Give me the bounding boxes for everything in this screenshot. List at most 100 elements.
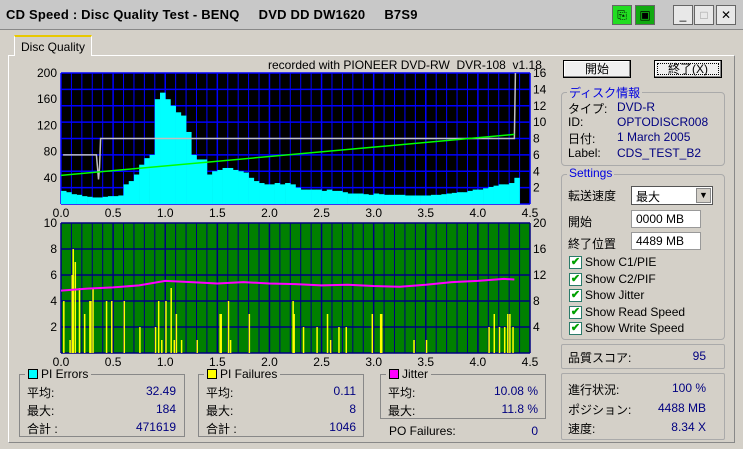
pie-bar bbox=[107, 196, 114, 204]
quality-score-label: 品質スコア: bbox=[568, 351, 632, 365]
pie-bar bbox=[102, 196, 109, 204]
pie-bar bbox=[191, 154, 197, 204]
pie-bar bbox=[87, 196, 93, 204]
speed-value: 最大 bbox=[636, 190, 661, 204]
y-tick-label: 160 bbox=[37, 92, 57, 106]
pie-bar bbox=[133, 174, 140, 204]
pie-bar bbox=[384, 194, 390, 204]
checkbox-3[interactable]: ✔ bbox=[569, 305, 582, 319]
minimize-button[interactable]: _ bbox=[673, 5, 693, 25]
pie-bar bbox=[342, 192, 348, 204]
pif-bar bbox=[345, 327, 348, 353]
quality-score-value: 95 bbox=[692, 349, 706, 363]
pif-bar bbox=[509, 314, 511, 353]
pif-bar bbox=[175, 314, 178, 353]
pie-bar bbox=[170, 105, 176, 204]
checkbox-label-2: Show Jitter bbox=[585, 288, 645, 302]
pie-bar bbox=[472, 189, 479, 204]
pie-bar bbox=[425, 195, 432, 204]
pie-bar bbox=[128, 181, 135, 204]
pie-bar bbox=[300, 189, 307, 204]
pie-bar bbox=[274, 183, 281, 204]
pif-bar bbox=[69, 340, 71, 353]
pie-bar bbox=[399, 194, 406, 204]
y2-tick-label: 4 bbox=[533, 164, 540, 178]
pie-bar bbox=[352, 193, 359, 204]
checkbox-label-4: Show Write Speed bbox=[585, 321, 685, 335]
jitter-avg-label: 平均: bbox=[388, 386, 416, 400]
pif-bar bbox=[78, 288, 81, 353]
x-tick-label: 0.5 bbox=[105, 355, 122, 369]
pif-bar bbox=[493, 314, 496, 353]
pie-bar bbox=[238, 171, 244, 204]
y2-tick-label: 4 bbox=[533, 320, 540, 334]
checkbox-2[interactable]: ✔ bbox=[569, 289, 582, 302]
checkbox-0[interactable]: ✔ bbox=[569, 256, 582, 269]
x-tick-label: 0.5 bbox=[105, 206, 122, 220]
pif-bar bbox=[498, 327, 501, 353]
y-tick-label: 10 bbox=[44, 216, 58, 230]
pif-bar bbox=[83, 314, 86, 353]
end-pos-input[interactable]: 4489 MB bbox=[631, 232, 701, 250]
y2-tick-label: 8 bbox=[533, 132, 540, 146]
pif-bar bbox=[507, 314, 509, 353]
speed-select[interactable]: 最大 ▼ bbox=[631, 186, 713, 205]
po-failures-label: PO Failures: bbox=[389, 424, 456, 438]
maximize-button[interactable]: □ bbox=[694, 5, 714, 25]
disc-label-label: Label: bbox=[568, 146, 601, 160]
pif-bar bbox=[488, 327, 490, 353]
jitter-title-text: Jitter bbox=[402, 367, 429, 381]
start-pos-input[interactable]: 0000 MB bbox=[631, 210, 701, 228]
end-pos-label: 終了位置 bbox=[568, 237, 617, 251]
pif-bar bbox=[293, 314, 295, 353]
y2-tick-label: 10 bbox=[533, 115, 547, 129]
pie-bar bbox=[378, 194, 385, 204]
pie-bar bbox=[415, 195, 421, 204]
pie-bar bbox=[373, 193, 380, 204]
y2-tick-label: 12 bbox=[533, 99, 547, 113]
y2-tick-label: 2 bbox=[533, 181, 540, 195]
x-tick-label: 1.5 bbox=[209, 206, 226, 220]
pi-errors-swatch bbox=[28, 369, 38, 379]
pif-bar bbox=[326, 314, 329, 353]
pif-bar bbox=[196, 340, 198, 353]
pif-bar bbox=[74, 262, 77, 353]
y-tick-label: 8 bbox=[50, 242, 57, 256]
save-icon[interactable]: ▣ bbox=[635, 5, 655, 25]
copy-icon[interactable]: ⎘ bbox=[612, 5, 632, 25]
pie-bar bbox=[305, 189, 312, 204]
charts: 0.0 0.5 1.0 1.5 2.0 2.5 3.0 3.5 4.0 4.54080120160… bbox=[37, 66, 547, 369]
x-tick-label: 4.0 bbox=[470, 206, 487, 220]
progress-value: 100 % bbox=[671, 381, 706, 395]
pie-bar bbox=[295, 187, 302, 204]
pie-bar bbox=[217, 169, 223, 204]
progress-label: 進行状況: bbox=[568, 383, 620, 397]
pi-failures-title: PI Failures bbox=[204, 367, 281, 381]
checkbox-4[interactable]: ✔ bbox=[569, 322, 582, 335]
x-tick-label: 4.5 bbox=[522, 355, 539, 369]
y-tick-label: 120 bbox=[37, 118, 57, 132]
exit-button[interactable]: 終了(X) bbox=[654, 60, 722, 78]
y2-tick-label: 12 bbox=[533, 268, 547, 282]
pif-bar bbox=[170, 288, 172, 353]
close-button[interactable]: ✕ bbox=[716, 5, 736, 25]
pif-bar bbox=[173, 340, 176, 353]
pif-bar bbox=[161, 340, 163, 353]
chevron-down-icon[interactable]: ▼ bbox=[696, 188, 711, 203]
pif-bar bbox=[413, 340, 415, 353]
date-label: 日付: bbox=[568, 132, 596, 146]
checkbox-1[interactable]: ✔ bbox=[569, 272, 582, 286]
y-tick-label: 2 bbox=[50, 320, 57, 334]
pie-bar bbox=[337, 190, 343, 204]
pif-bar bbox=[165, 301, 167, 353]
po-failures-value: 0 bbox=[531, 424, 538, 438]
pie-bar bbox=[76, 194, 83, 204]
pie-bar bbox=[363, 194, 369, 204]
start-pos-label: 開始 bbox=[568, 215, 593, 229]
start-button[interactable]: 開始 bbox=[563, 60, 631, 78]
pif-bar bbox=[425, 340, 428, 353]
pie-bar bbox=[248, 177, 255, 204]
pie-bar bbox=[457, 192, 463, 204]
y2-tick-label: 8 bbox=[533, 294, 540, 308]
pie-bar bbox=[66, 192, 72, 204]
